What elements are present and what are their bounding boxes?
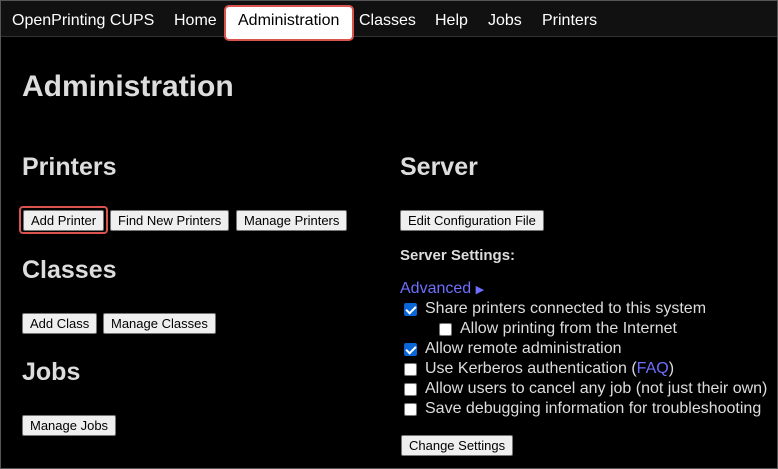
edit-configuration-file-button[interactable]: Edit Configuration File [400,210,544,231]
server-settings-label: Server Settings: [400,247,516,264]
share-printers-row[interactable]: Share printers connected to this system [404,299,706,319]
manage-printers-button[interactable]: Manage Printers [236,210,348,231]
add-printer-button[interactable]: Add Printer [23,210,105,231]
save-debug-label: Save debugging information for troublesh… [425,400,762,417]
advanced-link[interactable]: Advanced ▶ [400,280,484,298]
top-navigation: OpenPrinting CUPS Home Administration Cl… [1,1,777,41]
allow-internet-label: Allow printing from the Internet [460,320,677,337]
kerberos-faq-link[interactable]: FAQ [637,360,669,378]
advanced-label: Advanced [400,280,472,297]
share-printers-label: Share printers connected to this system [425,300,707,317]
kerberos-row[interactable]: Use Kerberos authentication (FAQ) [404,359,674,379]
advanced-arrow-icon: ▶ [475,284,485,296]
manage-jobs-button[interactable]: Manage Jobs [22,415,117,436]
change-settings-button[interactable]: Change Settings [401,435,514,456]
cancel-any-job-label: Allow users to cancel any job (not just … [425,380,768,397]
classes-heading: Classes [22,256,117,284]
save-debug-row[interactable]: Save debugging information for troublesh… [404,399,761,419]
server-heading: Server [400,153,478,181]
allow-internet-checkbox[interactable] [439,322,452,336]
nav-printers[interactable]: Printers [542,1,597,37]
nav-home[interactable]: Home [174,1,217,37]
add-class-button[interactable]: Add Class [22,313,98,334]
save-debug-checkbox[interactable] [404,402,417,416]
nav-brand[interactable]: OpenPrinting CUPS [12,1,154,37]
nav-jobs[interactable]: Jobs [488,1,522,37]
kerberos-label-suffix: ) [668,360,675,377]
share-printers-checkbox[interactable] [404,302,417,316]
kerberos-label-prefix: Use Kerberos authentication ( [425,360,637,377]
cancel-any-job-row[interactable]: Allow users to cancel any job (not just … [404,379,767,399]
nav-classes[interactable]: Classes [359,1,416,37]
nav-help[interactable]: Help [435,1,468,37]
find-new-printers-button[interactable]: Find New Printers [110,210,230,231]
remote-admin-checkbox[interactable] [404,342,417,356]
nav-administration[interactable]: Administration [238,1,339,37]
cancel-any-job-checkbox[interactable] [404,382,417,396]
page-title: Administration [22,70,234,103]
remote-admin-label: Allow remote administration [425,340,622,357]
jobs-heading: Jobs [22,358,81,386]
kerberos-checkbox[interactable] [404,362,417,376]
printers-heading: Printers [22,153,117,181]
allow-internet-row[interactable]: Allow printing from the Internet [439,319,677,339]
remote-admin-row[interactable]: Allow remote administration [404,339,622,359]
manage-classes-button[interactable]: Manage Classes [103,313,216,334]
